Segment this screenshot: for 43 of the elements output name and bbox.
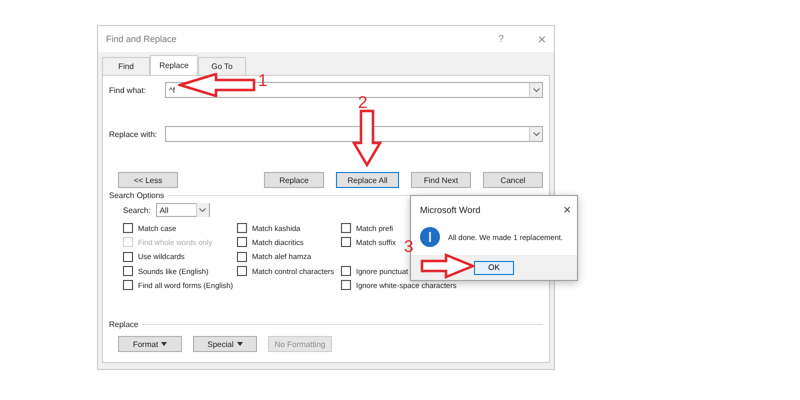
section-heading: Search Options [109, 191, 164, 200]
dialog-button[interactable]: Format [118, 336, 182, 352]
close-button[interactable]: × [538, 31, 546, 47]
close-button[interactable]: × [563, 202, 571, 217]
less-button[interactable]: << Less [118, 172, 178, 188]
checkbox[interactable] [237, 252, 247, 262]
checkbox[interactable] [123, 223, 133, 234]
dialog-button[interactable]: Replace [264, 172, 324, 188]
caret-icon [236, 342, 243, 346]
tab[interactable]: Find [102, 57, 150, 75]
field-label: Find what: [109, 86, 147, 94]
ok-button[interactable]: OK [474, 260, 514, 274]
help-button[interactable]: ? [498, 34, 504, 44]
checkbox[interactable] [341, 223, 351, 234]
search-label: Search: [123, 206, 151, 214]
dialog-button[interactable]: Replace All [336, 172, 399, 188]
checkbox[interactable] [341, 237, 351, 248]
checkbox[interactable] [123, 280, 133, 290]
replace-with-field[interactable] [165, 126, 543, 142]
dialog-button[interactable]: Find Next [411, 172, 471, 188]
chevron-down-icon [532, 132, 540, 136]
search-dropdown[interactable]: All [156, 203, 210, 217]
chevron-down-icon [199, 208, 206, 212]
field-label: Replace with: [109, 130, 158, 138]
checkbox[interactable] [237, 266, 247, 276]
tab[interactable]: Go To [198, 57, 246, 75]
section-heading: Replace [109, 320, 138, 329]
checkbox[interactable] [123, 266, 133, 276]
tab[interactable]: Replace [150, 55, 198, 75]
info-icon [420, 227, 440, 247]
dialog-button[interactable]: Special [193, 336, 257, 352]
arrow-annotation [352, 109, 382, 167]
message-box-title: Microsoft Word [420, 204, 482, 214]
dialog-button[interactable]: Cancel [483, 172, 543, 188]
checkbox[interactable] [341, 266, 351, 276]
chevron-down-icon [532, 88, 540, 92]
checkbox[interactable] [123, 252, 133, 262]
checkbox[interactable] [237, 237, 247, 248]
window-title: Find and Replace [106, 34, 178, 44]
checkbox[interactable] [341, 280, 351, 290]
caret-icon [161, 342, 168, 346]
checkbox[interactable] [237, 223, 247, 234]
step-number: 3 [404, 238, 414, 255]
